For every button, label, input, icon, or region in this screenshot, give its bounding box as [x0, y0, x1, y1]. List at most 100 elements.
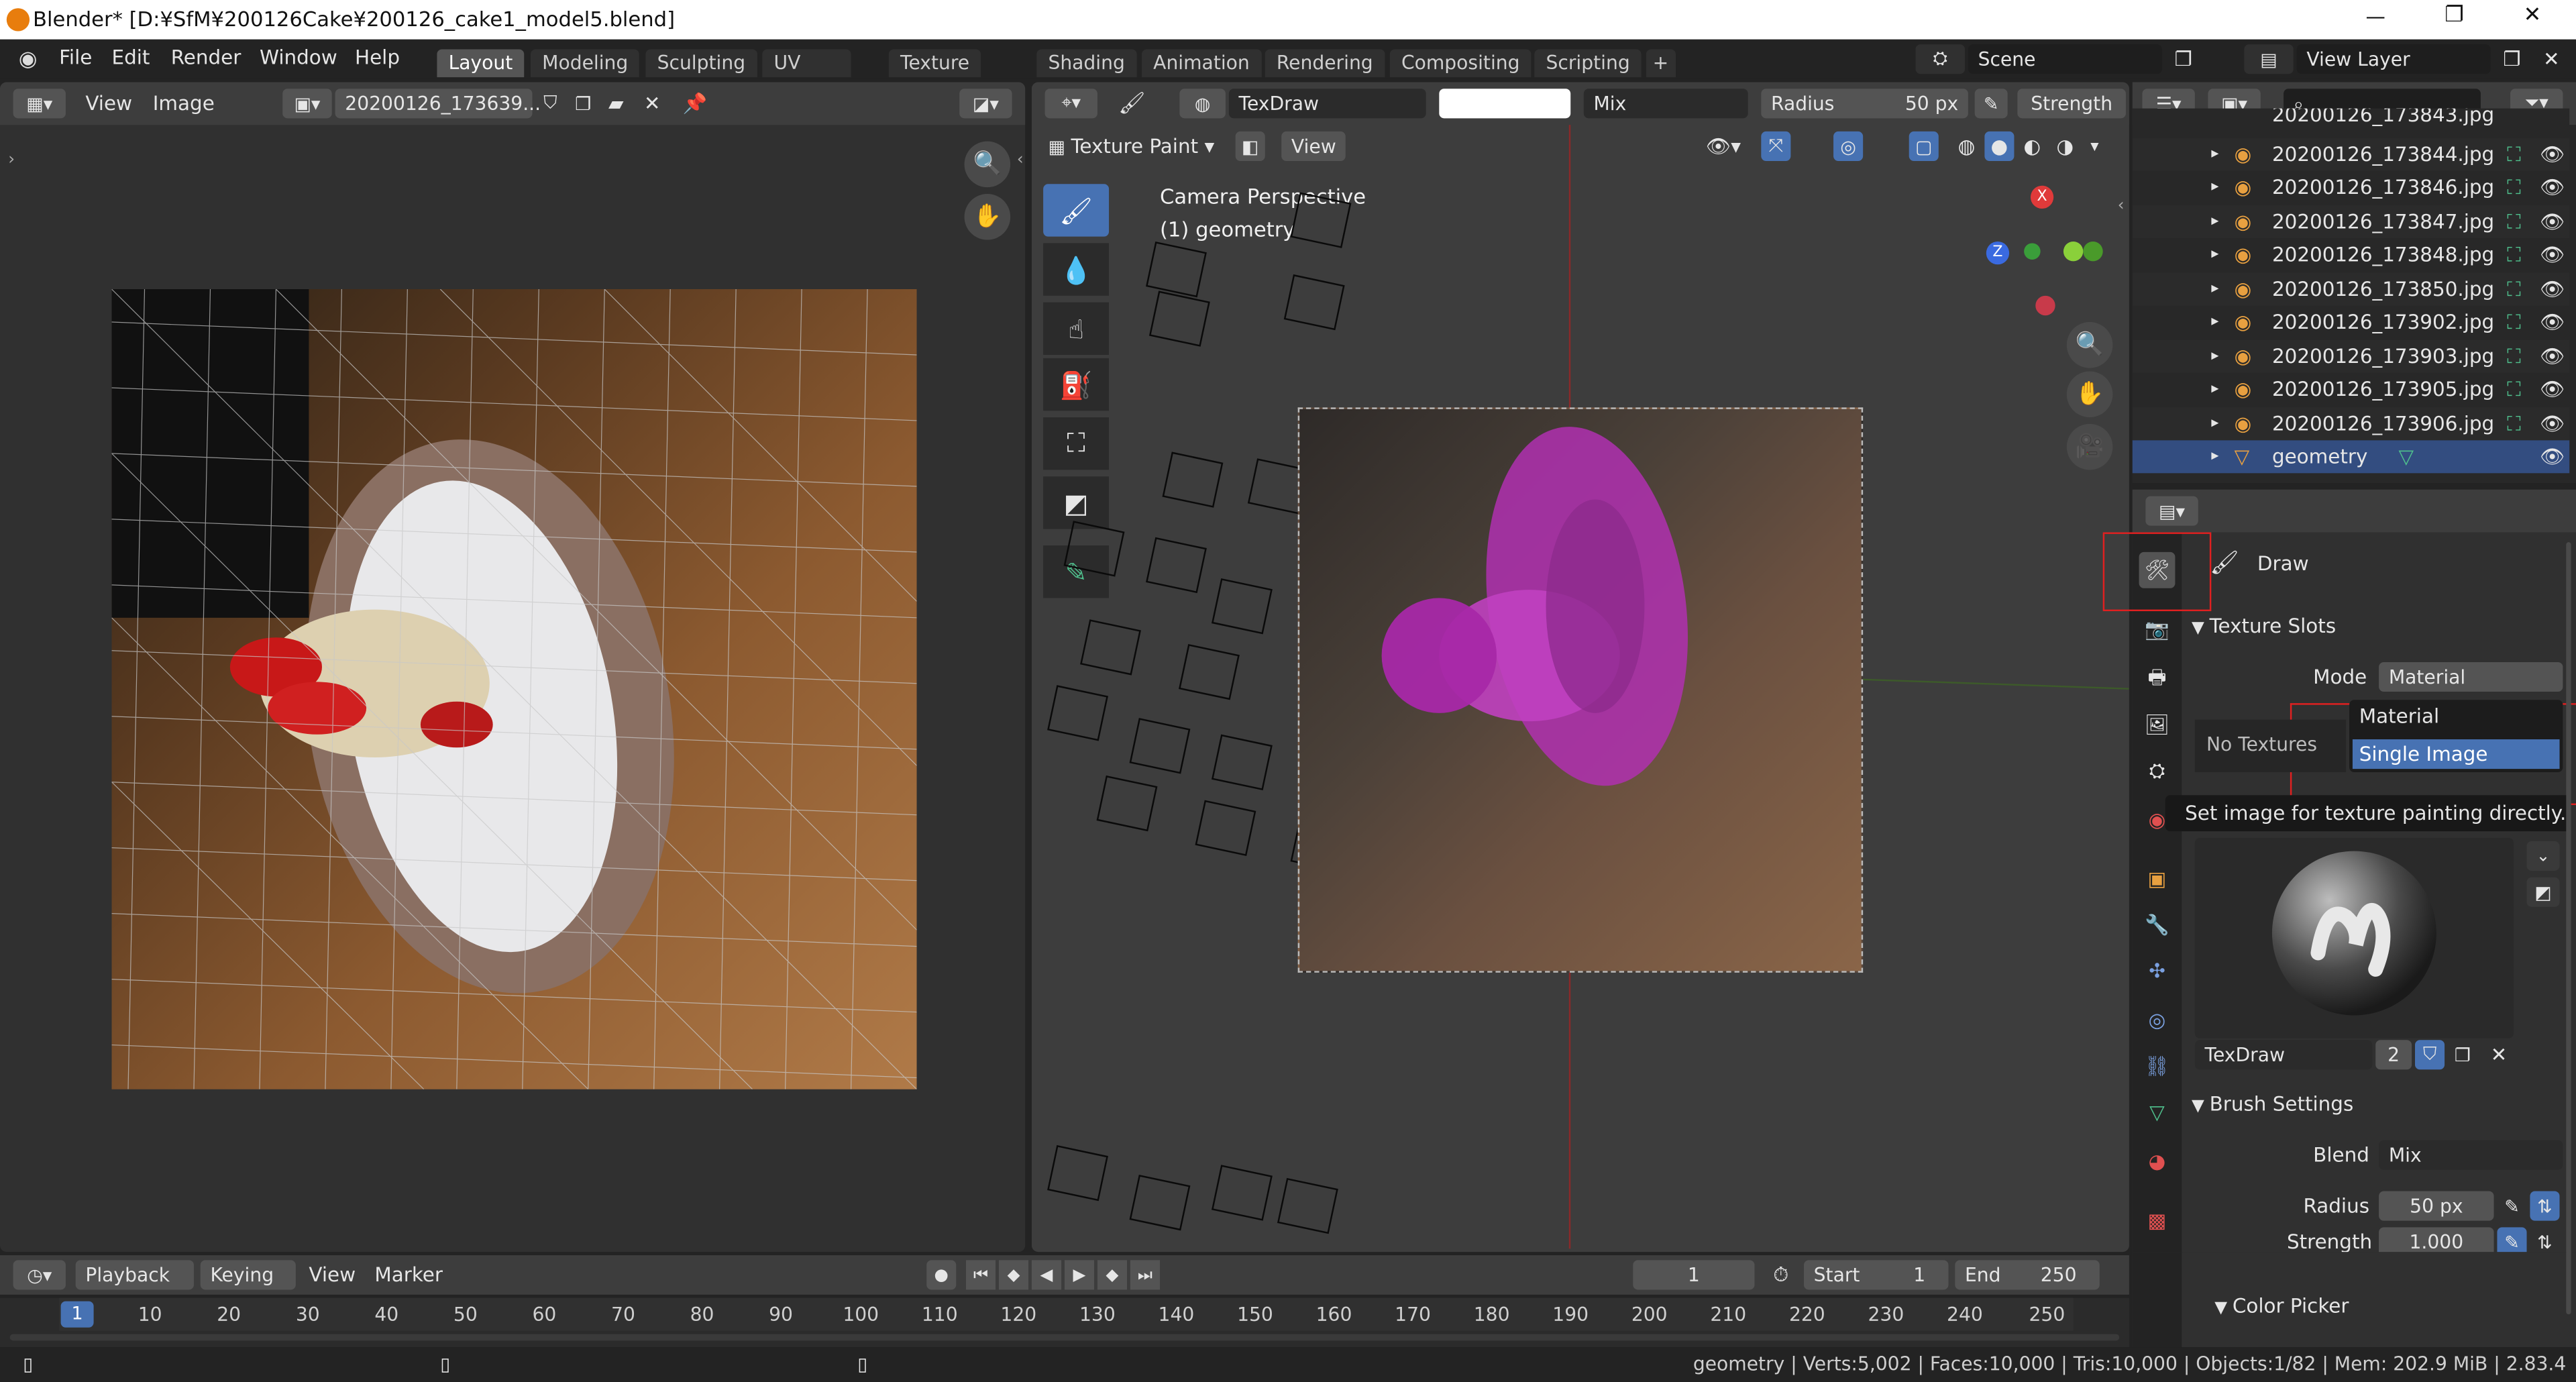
blend-dropdown[interactable]: Mix [2379, 1140, 2563, 1170]
outliner-row[interactable]: ▸ ◉ 20200126_173848.jpg ⛶ 👁 [2133, 238, 2569, 271]
xray-toggle-icon[interactable]: ▢ [1909, 131, 1939, 162]
unlink-brush-icon[interactable]: ✕ [2484, 1040, 2514, 1069]
tab-animation[interactable]: Animation [1142, 49, 1261, 78]
jump-end-icon[interactable]: ⏭ [1130, 1260, 1160, 1290]
mode-dropdown[interactable]: Material [2379, 661, 2563, 692]
left-collapse-icon[interactable]: › [3, 148, 19, 170]
constraints-tab[interactable]: ⛓ [2139, 1048, 2176, 1084]
expand-arrow-icon[interactable]: ▸ [2211, 171, 2218, 204]
brush-name-field[interactable]: TexDraw [2194, 1040, 2373, 1070]
outliner-row[interactable]: ▸ ◉ 20200126_173905.jpg ⛶ 👁 [2133, 373, 2569, 406]
output-tab[interactable]: 🖶 [2139, 660, 2176, 696]
image-name-field[interactable]: 20200126_173639... [335, 89, 541, 119]
render-tab[interactable]: 📷 [2139, 611, 2176, 647]
visibility-eye-icon[interactable]: 👁 [2540, 306, 2565, 339]
camera-view-icon[interactable]: 🎥 [2066, 423, 2113, 470]
minimize-button[interactable]: — [2366, 5, 2385, 28]
view-layer-tab[interactable]: 🖼 [2139, 706, 2176, 743]
scene-tab[interactable]: ⛭ [2139, 753, 2176, 789]
start-frame-field[interactable]: Start 1 [1803, 1260, 1949, 1290]
maximize-button[interactable]: ❐ [2445, 3, 2464, 28]
expand-arrow-icon[interactable]: ▸ [2211, 205, 2218, 238]
expand-arrow-icon[interactable]: ▸ [2211, 373, 2218, 406]
radius-pressure-icon[interactable]: ✎ [2497, 1191, 2526, 1221]
visibility-eye-icon[interactable]: 👁 [2540, 440, 2565, 473]
timeline-view-menu[interactable]: View [309, 1263, 356, 1286]
color-swatch[interactable] [1439, 89, 1571, 119]
image-canvas[interactable] [111, 289, 917, 1089]
overlay-toggle-icon[interactable]: ◎ [1833, 131, 1864, 162]
rendered-shading-icon[interactable]: ◑ [2050, 131, 2080, 161]
tab-sculpting[interactable]: Sculpting [645, 49, 757, 78]
expand-arrow-icon[interactable]: ▸ [2211, 340, 2218, 373]
fake-user-icon[interactable]: ⛉ [535, 89, 565, 118]
toggle-icon[interactable]: ◧ [1235, 131, 1265, 162]
outliner-row-geometry[interactable]: ▸ ▽ geometry ▽ 👁 [2132, 440, 2570, 474]
image-view-menu[interactable]: View [85, 92, 132, 115]
play-icon[interactable]: ▶ [1064, 1260, 1095, 1290]
texture-slots-panel-header[interactable]: ▼ Texture Slots [2192, 615, 2566, 644]
tool-smear[interactable]: ☝ [1043, 302, 1110, 355]
outliner-row[interactable]: 20200126_173843.jpg [2132, 108, 2570, 131]
color-picker-panel-header[interactable]: ▼ Color Picker [2214, 1295, 2543, 1321]
viewport-view-menu[interactable]: View [1281, 131, 1346, 162]
brush-settings-panel-header[interactable]: ▼ Brush Settings [2192, 1093, 2566, 1122]
fake-user-shield-icon[interactable]: ⛉ [2415, 1040, 2445, 1070]
expand-arrow-icon[interactable]: ▸ [2211, 238, 2218, 271]
outliner-row[interactable]: ▸ ◉ 20200126_173844.jpg ⛶ 👁 [2132, 138, 2570, 171]
properties-editor-icon[interactable]: ▤▾ [2145, 496, 2198, 526]
display-mode-icon[interactable]: ◪▾ [959, 89, 1012, 119]
outliner-row[interactable]: ▸ ◉ 20200126_173902.jpg ⛶ 👁 [2133, 306, 2569, 339]
expand-arrow-icon[interactable]: ▸ [2211, 440, 2218, 473]
material-shading-icon[interactable]: ◐ [2017, 131, 2047, 161]
menu-edit[interactable]: Edit [112, 46, 150, 69]
image-image-menu[interactable]: Image [153, 92, 215, 115]
open-image-icon[interactable]: ▰ [601, 89, 631, 118]
gizmo-neg-y[interactable] [2083, 242, 2103, 262]
outliner-row[interactable]: ▸ ◉ 20200126_173906.jpg ⛶ 👁 [2132, 407, 2570, 441]
tool-fill[interactable]: ⛶ [1043, 417, 1110, 470]
radius-unit-icon[interactable]: ⇅ [2530, 1191, 2560, 1221]
record-icon[interactable]: ● [926, 1260, 957, 1290]
visibility-icon[interactable]: 👁▾ [1702, 131, 1745, 161]
tab-texture-paint[interactable]: Texture Paint [888, 49, 981, 102]
tool-clone[interactable]: ⛽ [1043, 358, 1110, 411]
outliner-row[interactable]: ▸ ◉ 20200126_173846.jpg ⛶ 👁 [2133, 171, 2569, 204]
gizmo-z-axis[interactable]: Z [1986, 242, 2010, 265]
end-frame-field[interactable]: End 250 [1955, 1260, 2100, 1290]
outliner-row[interactable]: ▸ ◉ 20200126_173903.jpg ⛶ 👁 [2132, 339, 2570, 373]
gizmo-x-axis[interactable]: X [2030, 185, 2054, 209]
brush-users-count[interactable]: 2 [2375, 1040, 2412, 1070]
visibility-eye-icon[interactable]: 👁 [2540, 238, 2565, 271]
pan-hand-icon[interactable]: ✋ [964, 193, 1011, 240]
scene-icon[interactable]: ⛭ [1915, 44, 1965, 74]
gizmo-toggle-icon[interactable]: ⤧ [1761, 131, 1791, 162]
new-image-icon[interactable]: ❐ [568, 89, 598, 118]
visibility-eye-icon[interactable]: 👁 [2540, 273, 2565, 306]
properties-scrollbar[interactable] [2566, 542, 2571, 1315]
view-layer-icon[interactable]: ▤ [2244, 44, 2294, 74]
timeline-scrollbar[interactable] [9, 1334, 2120, 1341]
gizmo-neg-x[interactable] [2035, 295, 2055, 316]
sidebar-collapse-icon[interactable]: ‹ [2112, 194, 2129, 217]
tab-modeling[interactable]: Modeling [531, 49, 640, 78]
playback-menu[interactable]: Playback ▾ [75, 1260, 194, 1316]
expand-arrow-icon[interactable]: ▸ [2211, 306, 2218, 339]
dropdown-option-material[interactable]: Material [2359, 705, 2439, 728]
tab-rendering[interactable]: Rendering [1265, 49, 1385, 78]
strength-button[interactable]: Strength [2017, 89, 2126, 119]
expand-arrow-icon[interactable]: ▸ [2211, 407, 2218, 440]
toolbar-collapse-icon[interactable]: ‹ [1012, 148, 1028, 170]
current-frame-marker[interactable]: 1 [60, 1301, 94, 1328]
zoom-icon[interactable]: 🔍 [964, 141, 1011, 188]
visibility-eye-icon[interactable]: 👁 [2540, 171, 2565, 204]
outliner-row[interactable]: ▸ ◉ 20200126_173847.jpg ⛶ 👁 [2132, 205, 2570, 239]
preview-range-icon[interactable]: ⏱ [1764, 1260, 1797, 1289]
material-tab[interactable]: ◕ [2139, 1143, 2176, 1179]
blend-mode-dropdown[interactable]: Mix [1583, 89, 1748, 119]
visibility-eye-icon[interactable]: 👁 [2540, 205, 2565, 238]
object-data-tab[interactable]: ▽ [2139, 1094, 2176, 1130]
wireframe-shading-icon[interactable]: ◍ [1951, 131, 1981, 161]
close-window-button[interactable]: ✕ [2524, 3, 2542, 28]
timeline-marker-menu[interactable]: Marker [374, 1263, 443, 1286]
